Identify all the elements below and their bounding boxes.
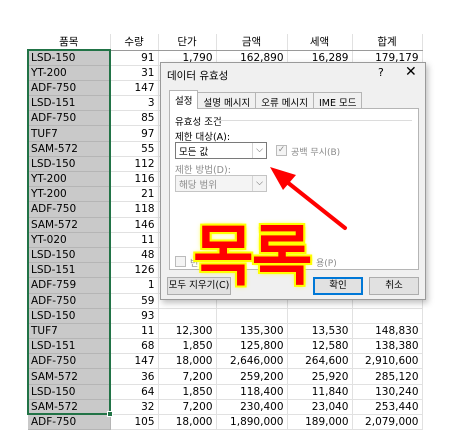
tab-settings[interactable]: 설정 bbox=[169, 90, 199, 109]
overlay-caption: 목록 bbox=[193, 218, 312, 295]
